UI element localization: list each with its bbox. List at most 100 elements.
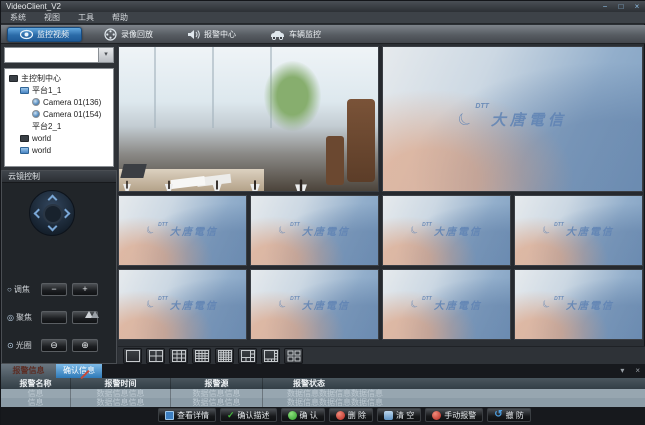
view-detail-button[interactable]: 查看详情 [158,408,216,422]
disarm-arrow-icon: ↺ [494,410,502,420]
tab-label: 录像回放 [121,29,153,40]
confirm-description-button[interactable]: ✓确认描述 [220,408,277,422]
layout-1-button[interactable] [123,348,142,364]
menu-help[interactable]: 帮助 [103,12,137,24]
crescent-logo-icon: ☾ [541,298,554,311]
crescent-logo-icon: ☾ [409,224,422,237]
detail-icon [165,411,174,420]
layout-4-button[interactable] [146,348,165,364]
title-bar: VideoClient_V2 − □ × [1,1,645,12]
focus-far-button[interactable] [72,311,98,324]
tree-node-camera-154[interactable]: Camera 01(154) [5,108,113,120]
tab-vehicle-monitor[interactable]: 车辆监控 [258,27,333,42]
video-cell-placeholder[interactable]: ☾DTT大唐電信 [118,195,247,266]
tab-live-video[interactable]: 监控视频 [7,27,82,42]
confirm-button[interactable]: 确 认 [281,408,325,422]
table-row[interactable]: 信息 数据信息信息 数据信息信息 数据信息数据信息数据信息 [1,398,645,407]
layout-button-bar [118,346,645,364]
tree-node-camera-136[interactable]: Camera 01(136) [5,96,113,108]
menu-system[interactable]: 系统 [1,12,35,24]
device-tree: 主控制中心 平台1_1 Camera 01(136) Camera 01(154… [4,68,114,167]
datang-watermark: ☾DTT大唐電信 [383,270,510,339]
datang-watermark: ☾DTT大唐電信 [383,196,510,265]
crescent-logo-icon: ☾ [541,224,554,237]
video-cell-placeholder[interactable]: ☾DTT大唐電信 [250,195,379,266]
datang-watermark: ☾DTT大唐電信 [515,196,642,265]
crescent-logo-icon: ☾ [277,224,290,237]
speaker-icon [187,29,200,40]
layout-16-button[interactable] [192,348,211,364]
ptz-center-icon[interactable] [43,204,63,224]
window-title: VideoClient_V2 [1,1,61,12]
col-alarm-source: 报警源 [171,378,263,389]
datang-watermark: ☾DTT大唐電信 [119,196,246,265]
col-alarm-status: 报警状态 [263,378,645,389]
crescent-logo-icon: ☾ [145,298,158,311]
video-cell-placeholder[interactable]: ☾DTT大唐電信 [514,195,643,266]
menu-tools[interactable]: 工具 [69,12,103,24]
ptz-left-icon[interactable] [34,209,44,219]
close-icon[interactable]: × [635,365,640,377]
chevron-down-icon[interactable]: ▾ [98,48,113,62]
tree-node-platform2[interactable]: 平台2_1 [5,120,113,132]
video-cell-placeholder[interactable]: ☾DTT大唐電信 [382,269,511,340]
tree-node-control-center[interactable]: 主控制中心 [5,72,113,84]
video-cell-placeholder[interactable]: ☾DTT大唐電信 [514,269,643,340]
tab-playback[interactable]: 录像回放 [92,27,165,42]
close-icon[interactable]: × [632,1,642,12]
iris-open-button[interactable]: ⊕ [72,339,98,352]
crescent-logo-icon: ☾ [455,108,477,131]
focus-near-button[interactable] [41,311,67,324]
tree-node-world-1[interactable]: world [5,132,113,144]
monitor-blue-icon [20,147,29,154]
video-cell-placeholder[interactable]: ☾DTT大唐電信 [382,46,643,192]
maximize-icon[interactable]: □ [616,1,626,12]
ptz-zoom-row: ○调焦 − + [7,282,113,297]
video-cell-placeholder[interactable]: ☾DTT大唐電信 [382,195,511,266]
clear-button[interactable]: 清 空 [377,408,421,422]
iris-icon: ⊙ [7,341,14,350]
ptz-dpad[interactable] [29,190,75,236]
layout-9-button[interactable] [169,348,188,364]
layout-quad-split-button[interactable] [284,348,303,364]
delete-button[interactable]: 删 除 [329,408,373,422]
minimize-icon[interactable]: − [600,1,610,12]
alarm-panel: 报警信息 确认信息 ▾ × 报警名称 报警时间 报警源 报警状态 信息 数据信息… [1,364,645,425]
video-cell-placeholder[interactable]: ☾DTT大唐電信 [250,269,379,340]
manual-alarm-button[interactable]: 手动报警 [425,408,483,422]
monitor-dark-icon [9,75,18,82]
alarm-panel-controls: ▾ × [620,365,640,377]
device-filter-combobox[interactable]: ▾ [4,47,114,63]
tab-alarm-info[interactable]: 报警信息 [1,364,56,378]
table-row[interactable]: 信息 数据信息信息 数据信息信息 数据信息数据信息数据信息 [1,389,645,398]
live-video-cell[interactable] [118,46,379,192]
video-cell-placeholder[interactable]: ☾DTT大唐電信 [118,269,247,340]
iris-close-button[interactable]: ⊖ [41,339,67,352]
crescent-logo-icon: ☾ [277,298,290,311]
zoom-in-button[interactable]: + [72,283,98,296]
camera-icon [32,110,40,118]
ptz-up-icon[interactable] [48,195,58,205]
tab-alarm-center[interactable]: 报警中心 [175,27,248,42]
tree-node-platform1[interactable]: 平台1_1 [5,84,113,96]
layout-6-one-big-button[interactable] [238,348,257,364]
delete-dot-icon [336,411,345,420]
disarm-button[interactable]: ↺撤 防 [487,408,531,422]
col-alarm-time: 报警时间 [71,378,171,389]
collapse-icon[interactable]: ▾ [620,365,624,377]
tab-confirm-info[interactable]: 确认信息 [56,364,102,378]
combo-value [5,48,98,62]
eye-icon [20,29,33,40]
window-controls: − □ × [600,1,642,12]
zoom-out-button[interactable]: − [41,283,67,296]
left-sidebar: ▾ 主控制中心 平台1_1 Camera 01(136) Camera 01(1… [1,44,117,364]
tab-label: 车辆监控 [289,29,321,40]
layout-8-one-big-button[interactable] [261,348,280,364]
menu-view[interactable]: 视图 [35,12,69,24]
tree-node-world-2[interactable]: world [5,144,113,156]
tab-label: 报警中心 [204,29,236,40]
datang-watermark: ☾DTT大唐電信 [515,270,642,339]
tab-label: 监控视频 [37,29,69,40]
layout-25-button[interactable] [215,348,234,364]
video-wall: ☾DTT大唐電信 ☾DTT大唐電信 ☾DTT大唐電信 ☾DTT大唐電信 ☾DTT… [118,46,643,340]
